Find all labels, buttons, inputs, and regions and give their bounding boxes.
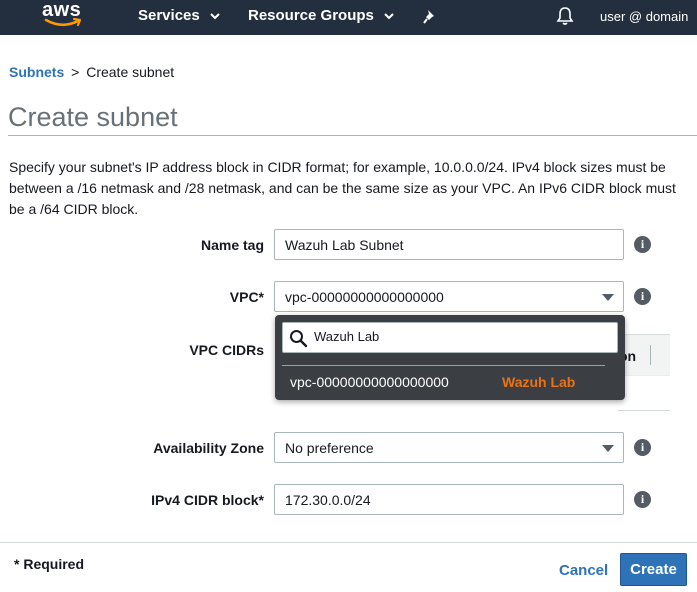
chevron-down-icon bbox=[384, 13, 394, 20]
ipv4-cidr-input[interactable]: 172.30.0.0/24 bbox=[274, 484, 624, 515]
breadcrumb-separator: > bbox=[71, 64, 80, 80]
create-button[interactable]: Create bbox=[620, 553, 687, 586]
column-divider bbox=[650, 345, 651, 365]
vpc-cidrs-label: VPC CIDRs bbox=[189, 342, 264, 358]
resource-groups-label: Resource Groups bbox=[248, 7, 374, 24]
name-tag-value: Wazuh Lab Subnet bbox=[285, 237, 404, 253]
vpc-option-id: vpc-00000000000000000 bbox=[290, 374, 449, 390]
cancel-button[interactable]: Cancel bbox=[559, 562, 608, 579]
dropdown-divider bbox=[282, 365, 605, 366]
aws-logo[interactable]: aws bbox=[40, 0, 86, 31]
footer-divider bbox=[0, 542, 697, 543]
vpc-cidrs-table-bottom bbox=[618, 410, 670, 411]
ipv4-cidr-label: IPv4 CIDR block* bbox=[151, 492, 264, 508]
breadcrumb-subnets-link[interactable]: Subnets bbox=[9, 64, 64, 80]
caret-down-icon bbox=[602, 294, 614, 301]
search-icon bbox=[290, 330, 308, 348]
ipv4-cidr-info-icon[interactable]: i bbox=[634, 491, 651, 508]
chevron-down-icon bbox=[210, 13, 220, 20]
availability-zone-info-icon[interactable]: i bbox=[634, 439, 651, 456]
required-note: * Required bbox=[14, 556, 85, 572]
vpc-selected-value: vpc-00000000000000000 bbox=[285, 289, 444, 305]
vpc-select[interactable]: vpc-00000000000000000 bbox=[274, 281, 624, 312]
bell-icon[interactable] bbox=[556, 6, 574, 26]
services-menu[interactable]: Services bbox=[138, 7, 220, 24]
vpc-info-icon[interactable]: i bbox=[634, 288, 651, 305]
aws-smile-icon bbox=[44, 17, 82, 27]
availability-zone-value: No preference bbox=[285, 440, 374, 456]
caret-down-icon bbox=[602, 445, 614, 452]
name-tag-label: Name tag bbox=[200, 237, 264, 253]
vpc-search-input[interactable] bbox=[314, 329, 604, 344]
breadcrumb: Subnets > Create subnet bbox=[9, 64, 174, 80]
vpc-dropdown-menu: vpc-00000000000000000 Wazuh Lab bbox=[275, 315, 625, 400]
resource-groups-menu[interactable]: Resource Groups bbox=[248, 7, 394, 24]
name-tag-input[interactable]: Wazuh Lab Subnet bbox=[274, 229, 624, 260]
name-tag-info-icon[interactable]: i bbox=[634, 236, 651, 253]
title-divider bbox=[8, 135, 697, 136]
page-description: Specify your subnet's IP address block i… bbox=[9, 159, 676, 217]
vpc-option[interactable]: vpc-00000000000000000 Wazuh Lab bbox=[275, 369, 625, 395]
top-navigation-bar: aws Services Resource Groups user @ doma… bbox=[0, 0, 697, 35]
availability-zone-select[interactable]: No preference bbox=[274, 432, 624, 463]
services-label: Services bbox=[138, 7, 200, 24]
page-title: Create subnet bbox=[8, 102, 178, 132]
breadcrumb-current: Create subnet bbox=[86, 64, 175, 80]
vpc-option-name: Wazuh Lab bbox=[502, 374, 576, 390]
availability-zone-label: Availability Zone bbox=[153, 440, 264, 456]
pin-icon[interactable] bbox=[423, 9, 437, 24]
vpc-dropdown-search[interactable] bbox=[282, 322, 618, 353]
vpc-label: VPC* bbox=[229, 289, 264, 305]
user-account-menu[interactable]: user @ domain bbox=[600, 9, 688, 24]
ipv4-cidr-value: 172.30.0.0/24 bbox=[285, 492, 371, 508]
